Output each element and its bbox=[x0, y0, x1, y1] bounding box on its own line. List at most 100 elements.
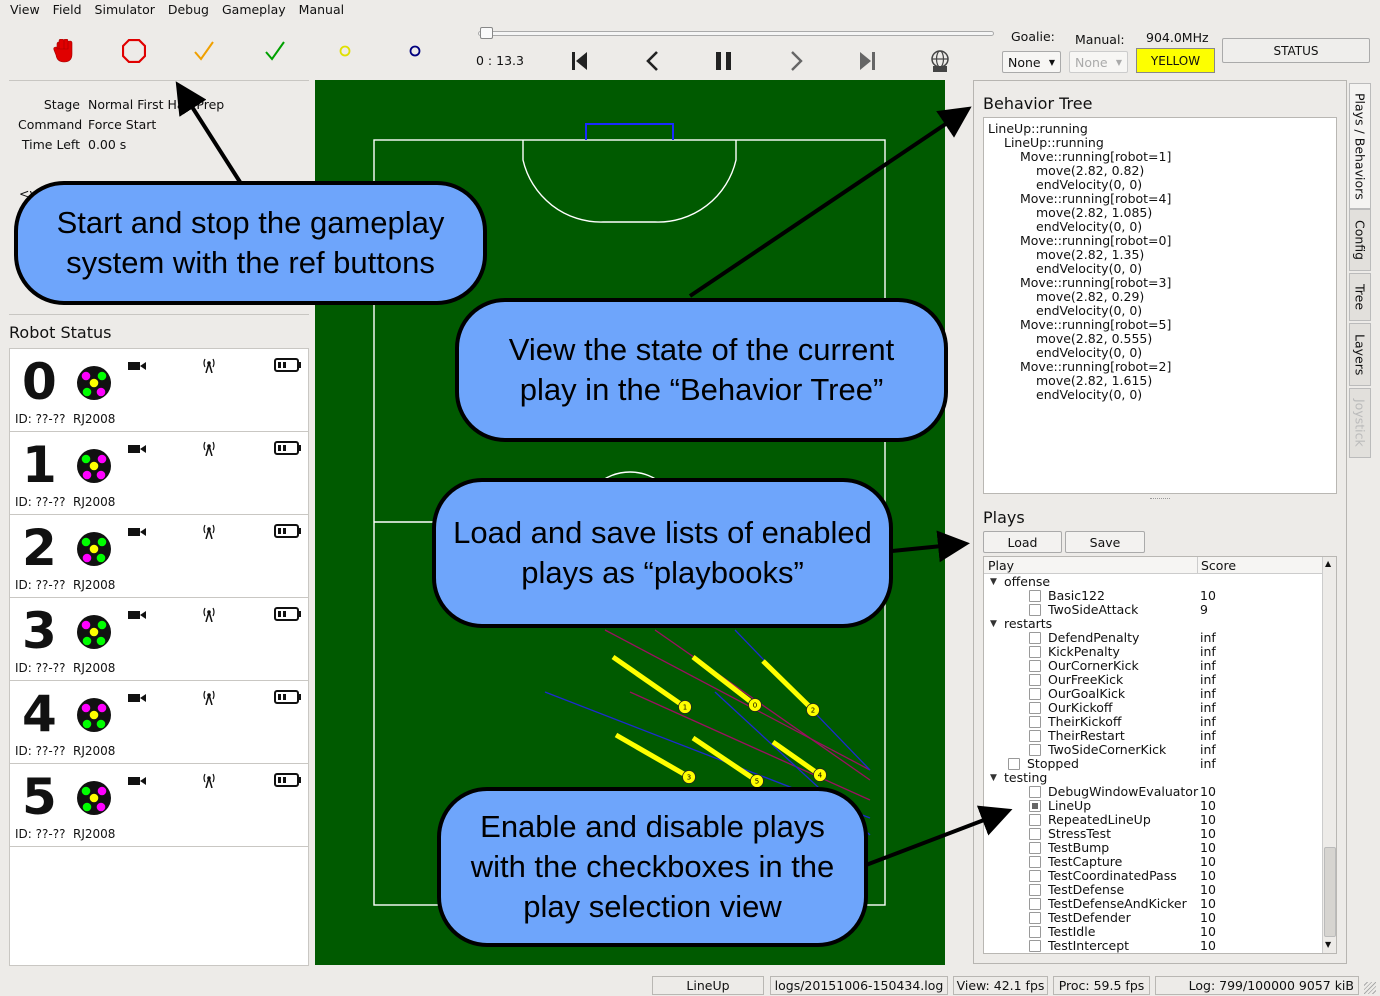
play-checkbox[interactable] bbox=[1029, 800, 1041, 812]
scrollbar-thumb[interactable] bbox=[1324, 847, 1336, 937]
force-start-button[interactable] bbox=[262, 38, 288, 64]
pause-icon[interactable] bbox=[711, 48, 737, 74]
tab-joystick[interactable]: Joystick bbox=[1349, 388, 1371, 458]
tab-plays-behaviors[interactable]: Plays / Behaviors bbox=[1349, 83, 1371, 209]
menu-gameplay[interactable]: Gameplay bbox=[222, 2, 286, 17]
play-row[interactable]: TestCoordinatedPass 10 bbox=[984, 869, 1322, 883]
menu-debug[interactable]: Debug bbox=[168, 2, 209, 17]
robot-card[interactable]: 4 ID: ??-?? RJ2008 bbox=[10, 681, 308, 764]
play-row[interactable]: DefendPenalty inf bbox=[984, 631, 1322, 645]
robot-card[interactable]: 3 ID: ??-?? RJ2008 bbox=[10, 598, 308, 681]
play-checkbox[interactable] bbox=[1008, 758, 1020, 770]
splitter-handle[interactable] bbox=[1150, 498, 1170, 501]
play-row[interactable]: TestCapture 10 bbox=[984, 855, 1322, 869]
stop-button[interactable] bbox=[121, 38, 147, 64]
play-row[interactable]: OurFreeKick inf bbox=[984, 673, 1322, 687]
robot-card[interactable]: 0 ID: ??-?? RJ2008 bbox=[10, 349, 308, 432]
scroll-up-icon[interactable]: ▲ bbox=[1325, 559, 1331, 568]
field-robot[interactable]: 3 bbox=[614, 732, 696, 784]
blue-team-button[interactable] bbox=[402, 38, 428, 64]
play-row[interactable]: LineUp 10 bbox=[984, 799, 1322, 813]
halt-button[interactable] bbox=[51, 38, 77, 64]
play-checkbox[interactable] bbox=[1029, 828, 1041, 840]
ready-button[interactable] bbox=[191, 38, 217, 64]
play-row[interactable]: Basic122 10 bbox=[984, 589, 1322, 603]
scroll-down-icon[interactable]: ▼ bbox=[1325, 940, 1331, 949]
play-checkbox[interactable] bbox=[1029, 842, 1041, 854]
play-checkbox[interactable] bbox=[1029, 940, 1041, 952]
play-row[interactable]: DebugWindowEvaluator 10 bbox=[984, 785, 1322, 799]
column-play[interactable]: Play bbox=[988, 558, 1014, 573]
play-checkbox[interactable] bbox=[1029, 604, 1041, 616]
play-row[interactable]: OurGoalKick inf bbox=[984, 687, 1322, 701]
live-globe-icon[interactable] bbox=[927, 48, 953, 74]
tab-tree[interactable]: Tree bbox=[1349, 273, 1371, 321]
play-checkbox[interactable] bbox=[1029, 660, 1041, 672]
play-checkbox[interactable] bbox=[1029, 898, 1041, 910]
play-checkbox[interactable] bbox=[1029, 884, 1041, 896]
robot-card[interactable]: 2 ID: ??-?? RJ2008 bbox=[10, 515, 308, 598]
play-row[interactable]: OurKickoff inf bbox=[984, 701, 1322, 715]
play-row[interactable]: TwoSideAttack 9 bbox=[984, 603, 1322, 617]
play-checkbox[interactable] bbox=[1029, 856, 1041, 868]
tab-config[interactable]: Config bbox=[1349, 209, 1371, 271]
play-checkbox[interactable] bbox=[1029, 730, 1041, 742]
play-checkbox[interactable] bbox=[1029, 786, 1041, 798]
play-group-row[interactable]: ▼ offense bbox=[984, 575, 1322, 589]
play-row[interactable]: TestIntercept 10 bbox=[984, 939, 1322, 953]
menu-manual[interactable]: Manual bbox=[299, 2, 344, 17]
field-robot[interactable]: 5 bbox=[691, 735, 764, 788]
team-color-button[interactable]: YELLOW bbox=[1136, 48, 1215, 73]
play-checkbox[interactable] bbox=[1029, 646, 1041, 658]
play-checkbox[interactable] bbox=[1029, 814, 1041, 826]
playback-slider[interactable] bbox=[478, 31, 994, 36]
column-score[interactable]: Score bbox=[1201, 558, 1236, 573]
goalie-select[interactable]: None ▼ bbox=[1002, 51, 1061, 73]
menu-view[interactable]: View bbox=[10, 2, 40, 17]
play-row[interactable]: TheirKickoff inf bbox=[984, 715, 1322, 729]
field-robot[interactable]: 4 bbox=[771, 739, 827, 782]
play-row[interactable]: OurCornerKick inf bbox=[984, 659, 1322, 673]
play-checkbox[interactable] bbox=[1029, 926, 1041, 938]
tab-layers[interactable]: Layers bbox=[1349, 323, 1371, 386]
play-row[interactable]: TestDefense 10 bbox=[984, 883, 1322, 897]
field-robot[interactable]: 1 bbox=[611, 654, 692, 714]
skip-to-start-icon[interactable] bbox=[566, 48, 592, 74]
play-row[interactable]: KickPenalty inf bbox=[984, 645, 1322, 659]
playback-slider-handle[interactable] bbox=[480, 27, 493, 39]
menu-simulator[interactable]: Simulator bbox=[95, 2, 155, 17]
play-checkbox[interactable] bbox=[1029, 674, 1041, 686]
manual-select[interactable]: None ▼ bbox=[1069, 51, 1128, 73]
save-playbook-button[interactable]: Save bbox=[1065, 531, 1145, 553]
expand-arrow-icon[interactable]: ▼ bbox=[990, 575, 997, 589]
play-checkbox[interactable] bbox=[1029, 702, 1041, 714]
play-row[interactable]: TestDefender 10 bbox=[984, 911, 1322, 925]
play-row[interactable]: Stopped inf bbox=[984, 757, 1322, 771]
play-group-row[interactable]: ▼ testing bbox=[984, 771, 1322, 785]
play-row[interactable]: TestIdle 10 bbox=[984, 925, 1322, 939]
play-row[interactable]: TwoSideCornerKick inf bbox=[984, 743, 1322, 757]
plays-scrollbar[interactable]: ▲ ▼ bbox=[1322, 557, 1336, 953]
play-row[interactable]: TestDefenseAndKicker 10 bbox=[984, 897, 1322, 911]
play-group-row[interactable]: ▼ restarts bbox=[984, 617, 1322, 631]
load-playbook-button[interactable]: Load bbox=[983, 531, 1062, 553]
play-checkbox[interactable] bbox=[1029, 744, 1041, 756]
play-row[interactable]: TheirRestart inf bbox=[984, 729, 1322, 743]
play-checkbox[interactable] bbox=[1029, 590, 1041, 602]
status-button[interactable]: STATUS bbox=[1222, 38, 1370, 63]
step-forward-icon[interactable] bbox=[783, 48, 809, 74]
field-robot[interactable]: 2 bbox=[761, 659, 820, 717]
yellow-team-button[interactable] bbox=[332, 38, 358, 64]
robot-card[interactable]: 1 ID: ??-?? RJ2008 bbox=[10, 432, 308, 515]
skip-to-end-icon[interactable] bbox=[855, 48, 881, 74]
play-checkbox[interactable] bbox=[1029, 688, 1041, 700]
resize-grip[interactable] bbox=[1364, 982, 1376, 994]
play-selection-view[interactable]: Play Score ▼ offense Basic122 10 TwoSideAtta… bbox=[983, 556, 1337, 954]
expand-arrow-icon[interactable]: ▼ bbox=[990, 771, 997, 785]
play-checkbox[interactable] bbox=[1029, 870, 1041, 882]
play-row[interactable]: RepeatedLineUp 10 bbox=[984, 813, 1322, 827]
play-row[interactable]: StressTest 10 bbox=[984, 827, 1322, 841]
play-checkbox[interactable] bbox=[1029, 716, 1041, 728]
play-checkbox[interactable] bbox=[1029, 912, 1041, 924]
play-checkbox[interactable] bbox=[1029, 632, 1041, 644]
